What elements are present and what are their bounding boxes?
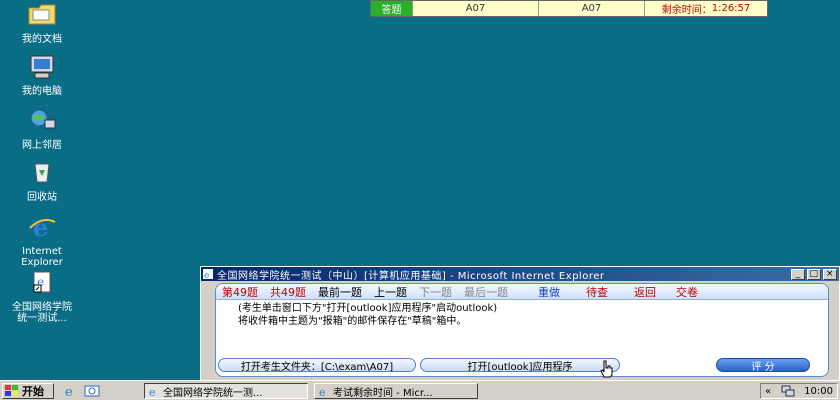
desktop-icon-internet-explorer[interactable]: e Internet Explorer — [7, 213, 77, 268]
desktop-icon-label: 网上邻居 — [22, 140, 62, 151]
desktop-icon-recycle-bin[interactable]: 回收站 — [7, 160, 77, 203]
desktop-icon-label-line2: 统一测试... — [17, 313, 67, 324]
open-folder-button[interactable]: 打开考生文件夹：[C:\exam\A07] — [218, 358, 416, 373]
submit-link[interactable]: 交卷 — [670, 284, 704, 300]
windows-flag-icon — [5, 385, 18, 396]
start-button[interactable]: 开始 — [2, 383, 54, 399]
question-text: (考生单击窗口下方"打开[outlook]应用程序"启动outlook) 将收件… — [216, 300, 828, 328]
back-link[interactable]: 返回 — [628, 284, 662, 300]
svg-text:e: e — [65, 385, 73, 398]
my-documents-icon — [27, 2, 57, 32]
question-task: 将收件箱中主题为"报箱"的邮件保存在"草稿"箱中。 — [238, 316, 467, 327]
score-button[interactable]: 评 分 — [716, 358, 810, 373]
shortcut-icon: e — [27, 270, 57, 300]
next-question-link[interactable]: 下一题 — [413, 284, 458, 300]
taskbar-item-label: 考试剩余时间 - Micr... — [333, 387, 433, 399]
start-label: 开始 — [22, 385, 44, 398]
hand-cursor-icon — [600, 360, 613, 378]
remaining-time-label: 剩余时间： — [661, 5, 712, 16]
first-question-link[interactable]: 最前一题 — [312, 284, 368, 300]
desktop-icon-label: 我的电脑 — [22, 86, 62, 97]
clock: 10:00 — [804, 385, 833, 397]
exam-id-secondary: A07 — [539, 1, 645, 16]
ie-quicklaunch-icon[interactable]: e — [62, 384, 78, 398]
desktop-icon-label: 回收站 — [27, 192, 57, 203]
svg-text:e: e — [149, 386, 156, 397]
close-button[interactable]: × — [823, 268, 837, 280]
taskbar-item-label: 全国网络学院统一测... — [163, 387, 263, 399]
exam-id-primary: A07 — [413, 1, 539, 16]
exam-state: 答题 — [371, 1, 413, 16]
network-icon — [27, 108, 57, 138]
desktop-icon-my-computer[interactable]: 我的电脑 — [7, 54, 77, 97]
window-titlebar[interactable]: e 全国网络学院统一测试（中山）[计算机应用基础] - Microsoft In… — [201, 267, 839, 282]
network-tray-icon[interactable] — [781, 385, 795, 397]
exam-window: e 全国网络学院统一测试（中山）[计算机应用基础] - Microsoft In… — [200, 266, 840, 382]
total-question-counter: 共49题 — [270, 285, 306, 299]
my-computer-icon — [27, 54, 57, 84]
svg-text:e: e — [319, 386, 326, 397]
remaining-time: 剩余时间： 1:26:57 — [645, 1, 767, 16]
redo-link[interactable]: 重做 — [532, 284, 566, 300]
ie-task-icon: e — [149, 386, 156, 397]
taskbar-item-timer[interactable]: e 考试剩余时间 - Micr... — [314, 383, 478, 399]
question-nav: 第49题 共49题 最前一题 上一题 下一题 最后一题 重做 待查 返回 交卷 — [216, 284, 828, 300]
desktop-icon-label-line1: 全国网络学院 — [12, 302, 72, 313]
outlook-quicklaunch-icon[interactable] — [84, 384, 100, 398]
last-question-link[interactable]: 最后一题 — [458, 284, 514, 300]
desktop-icon-my-documents[interactable]: 我的文档 — [7, 2, 77, 45]
recycle-bin-icon — [27, 160, 57, 190]
exam-status-bar: 答题 A07 A07 剩余时间： 1:26:57 — [370, 0, 768, 17]
desktop-icon-label-line2: Explorer — [21, 257, 63, 268]
system-tray: « 10:00 — [760, 383, 838, 399]
window-title: 全国网络学院统一测试（中山）[计算机应用基础] - Microsoft Inte… — [217, 270, 605, 282]
action-row: 打开考生文件夹：[C:\exam\A07] 打开[outlook]应用程序 评 … — [218, 358, 826, 373]
exam-panel: 第49题 共49题 最前一题 上一题 下一题 最后一题 重做 待查 返回 交卷 … — [215, 283, 829, 377]
open-outlook-button[interactable]: 打开[outlook]应用程序 — [420, 358, 620, 373]
svg-text:e: e — [204, 271, 210, 279]
current-question-counter: 第49题 — [222, 285, 258, 299]
desktop-icon-label-line1: Internet — [22, 246, 62, 257]
desktop-icon-exam-shortcut[interactable]: e 全国网络学院 统一测试... — [7, 270, 77, 324]
maximize-button[interactable]: □ — [807, 268, 821, 280]
desktop-icon-label: 我的文档 — [22, 34, 62, 45]
desktop-icon-network[interactable]: 网上邻居 — [7, 108, 77, 151]
remaining-time-value: 1:26:57 — [711, 3, 751, 14]
review-link[interactable]: 待查 — [580, 284, 614, 300]
internet-explorer-icon: e — [27, 213, 57, 244]
ie-task-icon: e — [319, 386, 326, 397]
tray-expand-chevron[interactable]: « — [765, 386, 771, 397]
ie-window-icon: e — [203, 269, 213, 279]
taskbar: 开始 e e 全国网络学院统一测... e 考试剩余时间 - Micr... «… — [0, 380, 840, 400]
taskbar-item-exam[interactable]: e 全国网络学院统一测... — [144, 383, 308, 399]
minimize-button[interactable]: _ — [791, 268, 805, 280]
question-instruction: (考生单击窗口下方"打开[outlook]应用程序"启动outlook) — [238, 303, 498, 314]
previous-question-link[interactable]: 上一题 — [368, 284, 413, 300]
svg-text:e: e — [33, 214, 48, 240]
